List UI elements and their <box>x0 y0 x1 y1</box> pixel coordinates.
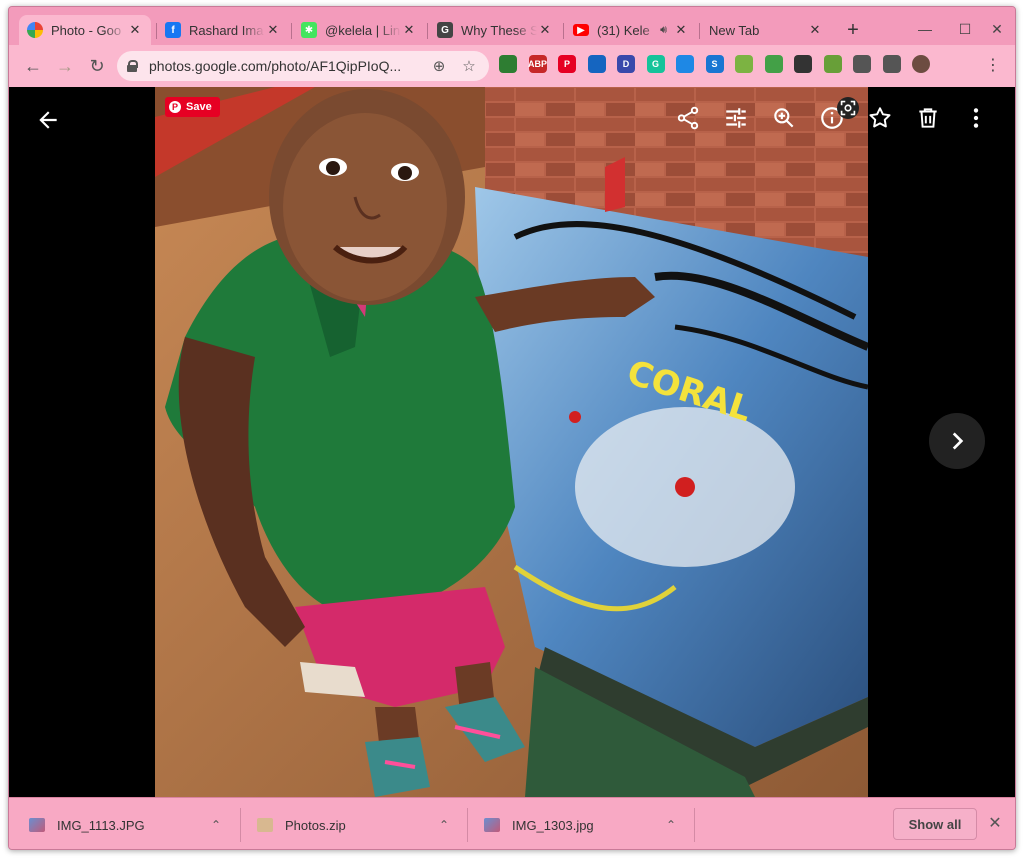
tab-why-these[interactable]: G Why These S ✕ <box>429 15 561 45</box>
profile-avatar-icon[interactable] <box>912 55 930 73</box>
show-all-button[interactable]: Show all <box>893 808 977 840</box>
photo[interactable]: CORAL <box>155 87 868 797</box>
pin-save-label: Save <box>186 101 212 113</box>
download-filename: Photos.zip <box>285 817 346 833</box>
tab-separator <box>563 23 564 39</box>
media-queue-icon[interactable] <box>882 55 901 73</box>
close-window-button[interactable]: ✕ <box>987 19 1007 39</box>
extension-d-icon[interactable]: D <box>617 55 635 73</box>
tab-separator <box>291 23 292 39</box>
minimize-button[interactable]: — <box>915 19 935 39</box>
download-item[interactable]: IMG_1113.JPG ⌃ <box>29 798 239 849</box>
back-button[interactable]: ← <box>21 54 45 78</box>
download-filename: IMG_1303.jpg <box>512 817 594 833</box>
plant-ext-icon[interactable] <box>823 55 842 73</box>
close-icon[interactable]: ✕ <box>401 22 417 38</box>
image-file-icon <box>29 818 45 832</box>
favorite-icon[interactable] <box>867 105 893 131</box>
close-icon[interactable]: ✕ <box>127 22 143 38</box>
tab-youtube[interactable]: ▶ (31) Kele 🔊︎ ✕ <box>565 15 697 45</box>
more-options-icon[interactable] <box>963 105 989 131</box>
tab-linktree[interactable]: ✱ @kelela | Lin ✕ <box>293 15 425 45</box>
close-icon[interactable]: ✕ <box>537 22 553 38</box>
grammarly-icon: G <box>437 22 453 38</box>
google-photos-icon <box>27 22 43 38</box>
close-icon[interactable]: ✕ <box>265 22 281 38</box>
download-ext-icon[interactable] <box>794 55 812 73</box>
close-icon[interactable]: ✕ <box>985 814 1005 834</box>
bookmark-ext-icon[interactable] <box>676 55 694 73</box>
chevron-up-icon[interactable]: ⌃ <box>211 818 221 832</box>
pinterest-icon[interactable]: P <box>558 55 576 73</box>
delete-icon[interactable] <box>915 105 941 131</box>
tab-title: New Tab <box>709 22 760 38</box>
reload-button[interactable]: ↻ <box>85 54 109 78</box>
facebook-icon: f <box>165 22 181 38</box>
extensions-bar: ABP P D G S <box>499 55 942 77</box>
play-ext-icon[interactable] <box>735 55 753 73</box>
archive-file-icon <box>257 818 273 832</box>
tab-strip: Photo - Goo ✕ f Rashard Ima ✕ ✱ @kelela … <box>9 7 1015 45</box>
photo-viewer: CORAL P Save <box>9 87 1015 797</box>
chevron-right-icon <box>952 432 964 450</box>
maximize-button[interactable]: ☐ <box>955 19 975 39</box>
chrome-menu-icon[interactable]: ⋮ <box>985 55 1001 77</box>
tab-title: @kelela | Lin <box>325 22 401 38</box>
pinterest-save-button[interactable]: P Save <box>165 97 220 117</box>
lens-icon[interactable] <box>837 97 859 119</box>
tab-facebook[interactable]: f Rashard Ima ✕ <box>157 15 289 45</box>
tab-google-photos[interactable]: Photo - Goo ✕ <box>19 15 151 45</box>
extension-arrow-icon[interactable] <box>499 55 517 73</box>
youtube-icon: ▶ <box>573 24 589 36</box>
chevron-up-icon[interactable]: ⌃ <box>439 818 449 832</box>
tab-separator <box>699 23 700 39</box>
forward-button[interactable]: → <box>53 54 77 78</box>
address-bar[interactable]: photos.google.com/photo/AF1QipPIoQ... ⊕ … <box>117 51 489 81</box>
browser-toolbar: ← → ↻ photos.google.com/photo/AF1QipPIoQ… <box>9 45 1015 87</box>
shelf-separator <box>467 808 468 842</box>
speaker-icon[interactable]: 🔊︎ <box>660 24 667 37</box>
extension-s-icon[interactable]: S <box>705 55 724 73</box>
photo-image: CORAL <box>155 87 868 797</box>
close-icon[interactable]: ✕ <box>807 22 823 38</box>
adblock-plus-icon[interactable]: ABP <box>528 55 547 73</box>
tab-title: Why These S <box>461 22 537 38</box>
chevron-up-icon[interactable]: ⌃ <box>666 818 676 832</box>
close-icon[interactable]: ✕ <box>673 22 689 38</box>
pinterest-icon: P <box>169 101 181 113</box>
tab-separator <box>427 23 428 39</box>
print-ext-icon[interactable] <box>764 55 783 73</box>
back-arrow-icon[interactable] <box>35 107 61 133</box>
zoom-icon[interactable] <box>771 105 797 131</box>
url-text[interactable]: photos.google.com/photo/AF1QipPIoQ... <box>149 58 419 74</box>
reader-icon[interactable] <box>587 55 606 73</box>
lock-icon[interactable] <box>127 60 138 72</box>
downloads-shelf: IMG_1113.JPG ⌃ Photos.zip ⌃ IMG_1303.jpg… <box>9 797 1015 849</box>
extensions-puzzle-icon[interactable] <box>853 55 871 73</box>
download-item[interactable]: Photos.zip ⌃ <box>257 798 467 849</box>
next-photo-button[interactable] <box>929 413 985 469</box>
linktree-icon: ✱ <box>301 22 317 38</box>
edit-icon[interactable] <box>723 105 749 131</box>
tab-title: Photo - Goo <box>51 22 122 38</box>
image-file-icon <box>484 818 500 832</box>
shelf-separator <box>694 808 695 842</box>
grammarly-ext-icon[interactable]: G <box>646 55 665 73</box>
share-icon[interactable] <box>675 105 701 131</box>
browser-window: Photo - Goo ✕ f Rashard Ima ✕ ✱ @kelela … <box>8 6 1016 850</box>
download-filename: IMG_1113.JPG <box>57 817 145 833</box>
shelf-separator <box>240 808 241 842</box>
new-tab-button[interactable]: + <box>841 19 865 43</box>
tab-new-tab[interactable]: New Tab ✕ <box>701 15 831 45</box>
tab-title: (31) Kele <box>597 22 650 38</box>
bookmark-star-icon[interactable]: ☆ <box>459 57 479 75</box>
install-app-icon[interactable]: ⊕ <box>429 57 449 75</box>
tab-title: Rashard Ima <box>189 22 264 38</box>
download-item[interactable]: IMG_1303.jpg ⌃ <box>484 798 694 849</box>
